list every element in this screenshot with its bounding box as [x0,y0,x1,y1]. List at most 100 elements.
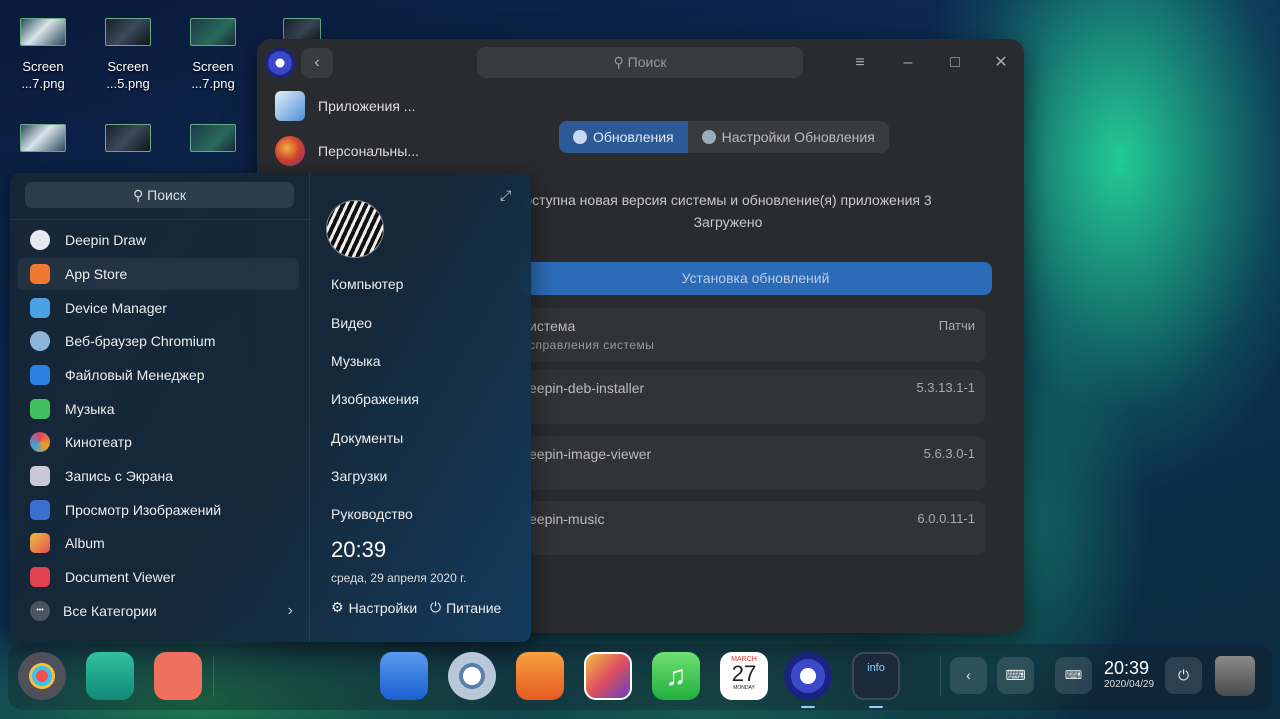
sidebar-item-personalization[interactable]: Персональны... [275,133,419,169]
desktop-file-ext: ...7.png [21,76,65,91]
back-button[interactable]: ‹ [301,48,333,78]
desktop-file-ext: ...5.png [106,76,150,91]
app-document-viewer[interactable]: Document Viewer [18,561,299,593]
place-manual[interactable]: Руководство [331,506,413,522]
launcher-search-input[interactable]: ⚲ Поиск [25,182,294,208]
music-icon[interactable]: ♫ [652,652,700,700]
fullscreen-expand-icon[interactable]: ⤢ [500,187,511,204]
image-thumbnail-icon [105,18,151,46]
chromium-icon[interactable] [448,652,496,700]
all-categories-button[interactable]: ••• Все Категории › [18,595,299,627]
album-icon [30,533,50,553]
desktop-file-screen-3[interactable]: Screen ...7.png [173,18,253,92]
search-placeholder: Поиск [147,187,186,203]
update-name: eepin-music [529,511,605,527]
launcher-app-list: ⚲ Поиск Deepin Draw App Store Device Man… [10,173,310,642]
divider [213,656,214,696]
workspaces-icon[interactable] [154,652,202,700]
desktop-file-row2-1[interactable] [3,124,83,164]
all-categories-label: Все Категории [63,603,157,619]
dock: ♫ MARCH 27 MONDAY info ‹ ⌨ ⌨ 20:39 2020/… [8,644,1272,710]
music-icon [30,399,50,419]
update-status-text: оступна новая версия системы и обновлени… [523,189,933,233]
tab-update-settings[interactable]: Настройки Обновления [688,121,889,153]
file-manager-icon [30,365,50,385]
deepin-draw-icon [30,230,50,250]
place-downloads[interactable]: Загрузки [331,468,387,484]
power-icon[interactable]: ⏻ [1165,657,1202,694]
image-thumbnail-icon [190,124,236,152]
app-device-manager[interactable]: Device Manager [18,292,299,324]
file-manager-icon[interactable] [380,652,428,700]
power-button[interactable]: ⏻ Питание [430,599,501,616]
close-button[interactable]: ✕ [989,51,1013,75]
place-music[interactable]: Музыка [331,353,381,369]
update-row-music: eepin-music 6.0.0.11-1 [519,501,985,555]
app-album[interactable]: Album [18,527,299,559]
tray-collapse-button[interactable]: ‹ [950,657,987,694]
install-updates-button[interactable]: Установка обновлений [519,262,992,295]
gear-icon [701,130,716,144]
app-image-viewer[interactable]: Просмотр Изображений [18,494,299,526]
update-row-deb-installer: eepin-deb-installer 5.3.13.1-1 [519,370,985,424]
keyboard-layout-icon[interactable]: ⌨ [997,657,1034,694]
desktop-file-screen-1[interactable]: Screen ...7.png [3,18,83,92]
movie-icon [30,432,50,452]
app-store-icon[interactable] [516,652,564,700]
window-search-input[interactable]: ⚲ Поиск [477,47,803,78]
place-pictures[interactable]: Изображения [331,391,419,407]
divider [309,173,310,642]
app-file-manager[interactable]: Файловый Менеджер [18,359,299,391]
app-label: Музыка [65,401,115,417]
device-manager-icon [30,298,50,318]
info-label: info [867,662,885,674]
update-row-image-viewer: eepin-image-viewer 5.6.3.0-1 [519,436,985,490]
running-indicator [869,706,883,708]
control-center-icon[interactable] [784,652,832,700]
calendar-icon[interactable]: MARCH 27 MONDAY [720,652,768,700]
image-viewer-icon[interactable] [584,652,632,700]
app-app-store[interactable]: App Store [18,258,299,290]
update-status-line: Загружено [693,214,763,230]
tab-updates[interactable]: Обновления [559,121,688,153]
app-label: Запись с Экрана [65,468,173,484]
app-label: Просмотр Изображений [65,502,222,518]
dock-clock[interactable]: 20:39 [1104,658,1149,679]
app-chromium[interactable]: Веб-браузер Chromium [18,325,299,357]
desktop-file-row2-3[interactable] [173,124,253,164]
multitask-view-icon[interactable] [86,652,134,700]
settings-label: Настройки [348,599,418,616]
camera-icon [30,466,50,486]
trash-icon[interactable] [1215,656,1255,696]
settings-button[interactable]: ⚙ Настройки [331,599,417,616]
launcher-menu: ⚲ Поиск Deepin Draw App Store Device Man… [10,173,531,642]
update-row-system: истема справления системы Патчи [519,308,985,362]
desktop-file-screen-2[interactable]: Screen ...5.png [88,18,168,92]
desktop-file-name: Screen [107,59,149,74]
sidebar-item-label: Персональны... [318,143,420,159]
tab-label: Настройки Обновления [721,129,875,145]
desktop-file-row2-2[interactable] [88,124,168,164]
app-screen-recorder[interactable]: Запись с Экрана [18,460,299,492]
app-deepin-draw[interactable]: Deepin Draw [18,224,299,256]
dock-date[interactable]: 2020/04/29 [1104,679,1154,690]
avatar[interactable] [326,200,384,258]
menu-button[interactable]: ≡ [848,51,872,75]
onscreen-keyboard-icon[interactable]: ⌨ [1055,657,1092,694]
place-documents[interactable]: Документы [331,430,403,446]
update-status-line: оступна новая версия системы и обновлени… [524,192,932,208]
sidebar-item-applications[interactable]: Приложения ... [275,88,415,124]
maximize-button[interactable]: □ [943,51,967,75]
launcher-icon[interactable] [18,652,66,700]
app-movie[interactable]: Кинотеатр [18,426,299,458]
tab-label: Обновления [593,129,674,145]
update-name: eepin-deb-installer [529,380,645,396]
more-icon: ••• [30,601,50,621]
app-music[interactable]: Музыка [18,393,299,425]
system-info-icon[interactable]: info [852,652,900,700]
app-label: Файловый Менеджер [65,367,205,383]
place-videos[interactable]: Видео [331,315,372,331]
place-computer[interactable]: Компьютер [331,276,403,292]
minimize-button[interactable]: – [896,51,920,75]
app-store-icon [30,264,50,284]
